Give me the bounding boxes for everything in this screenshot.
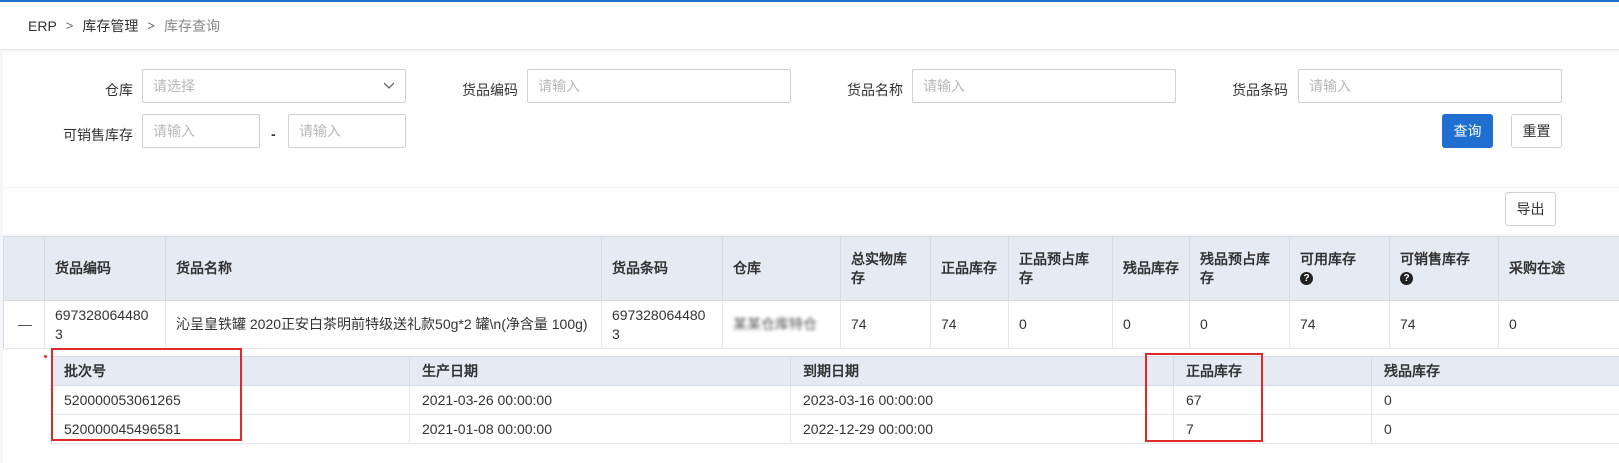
expand-column-header [3, 236, 45, 301]
table-toolbar: 导出 [3, 188, 1619, 234]
col-expiry-date: 到期日期 [790, 356, 1174, 386]
goods-name-input[interactable] [912, 69, 1176, 103]
chevron-right-icon: > [65, 18, 74, 33]
col-available-stock: 可用库存 ? [1289, 236, 1390, 301]
col-goods-barcode: 货品条码 [601, 236, 723, 301]
cell-goods-name: 沁呈皇铁罐 2020正安白茶明前特级送礼款50g*2 罐\n(净含量 100g) [165, 300, 602, 349]
col-purchasing: 采购在途 [1498, 236, 1619, 301]
filter-panel: 仓库 货品编码 货品名称 货品条码 可销售库存 - 查询 重置 [3, 52, 1619, 187]
col-available-label: 可用库存 [1300, 250, 1356, 267]
warehouse-select-input[interactable] [142, 69, 406, 103]
col-good-stock: 正品库存 [930, 236, 1009, 301]
collapse-icon [18, 324, 32, 326]
cell-goods-code: 6973280644803 [44, 300, 166, 349]
inventory-table: 货品编码 货品名称 货品条码 仓库 总实物库存 正品库存 正品预占库存 残品库存… [3, 236, 1619, 349]
highlight-box-good-stock [1145, 353, 1263, 442]
col-batch-defect-stock: 残品库存 [1371, 356, 1619, 386]
breadcrumb-inventory-mgmt[interactable]: 库存管理 [82, 16, 138, 36]
range-dash: - [271, 126, 276, 142]
goods-code-label: 货品编码 [462, 82, 518, 98]
cell-available-stock: 74 [1289, 300, 1390, 349]
table-row[interactable]: 520000053061265 2021-03-26 00:00:00 2023… [51, 385, 1619, 415]
cell-production-date: 2021-03-26 00:00:00 [409, 385, 791, 415]
cell-expiry-date: 2023-03-16 00:00:00 [790, 385, 1174, 415]
sellable-min-input[interactable] [142, 114, 260, 148]
export-button[interactable]: 导出 [1505, 192, 1556, 226]
subtable-header-row: 批次号 生产日期 到期日期 正品库存 残品库存 [51, 356, 1619, 386]
cell-expiry-date: 2022-12-29 00:00:00 [790, 414, 1174, 444]
cell-total-stock: 74 [840, 300, 931, 349]
cell-batch-defect-stock: 0 [1371, 414, 1619, 444]
cell-sellable-stock: 74 [1389, 300, 1499, 349]
highlight-box-batch [51, 348, 242, 441]
reset-button[interactable]: 重置 [1511, 114, 1562, 148]
cell-good-reserved: 0 [1008, 300, 1113, 349]
cell-purchasing: 0 [1498, 300, 1619, 349]
batch-subtable: 批次号 生产日期 到期日期 正品库存 残品库存 520000053061265 … [51, 356, 1619, 444]
col-total-stock: 总实物库存 [840, 236, 931, 301]
table-row[interactable]: 6973280644803 沁呈皇铁罐 2020正安白茶明前特级送礼款50g*2… [3, 300, 1619, 349]
cell-goods-barcode: 6973280644803 [601, 300, 723, 349]
chevron-right-icon: > [147, 18, 155, 33]
warehouse-label: 仓库 [105, 82, 133, 98]
cell-defect-stock: 0 [1112, 300, 1190, 349]
goods-name-label: 货品名称 [847, 82, 903, 98]
goods-code-input[interactable] [527, 69, 791, 103]
goods-barcode-input[interactable] [1298, 69, 1562, 103]
col-goods-name: 货品名称 [165, 236, 602, 301]
col-warehouse: 仓库 [722, 236, 841, 301]
query-button[interactable]: 查询 [1442, 114, 1493, 148]
col-goods-code: 货品编码 [44, 236, 166, 301]
collapse-toggle[interactable] [3, 300, 45, 349]
inventory-table-area: 货品编码 货品名称 货品条码 仓库 总实物库存 正品库存 正品预占库存 残品库存… [3, 236, 1619, 463]
cell-defect-reserved: 0 [1189, 300, 1290, 349]
breadcrumb: ERP > 库存管理 > 库存查询 [0, 2, 1619, 50]
question-icon[interactable]: ? [1300, 272, 1313, 286]
table-row[interactable]: 520000045496581 2021-01-08 00:00:00 2022… [51, 414, 1619, 444]
table-header-row: 货品编码 货品名称 货品条码 仓库 总实物库存 正品库存 正品预占库存 残品库存… [3, 236, 1619, 301]
sellable-max-input[interactable] [288, 114, 406, 148]
col-defect-stock: 残品库存 [1112, 236, 1190, 301]
question-icon[interactable]: ? [1400, 272, 1413, 286]
col-sellable-label: 可销售库存 [1400, 250, 1470, 267]
col-production-date: 生产日期 [409, 356, 791, 386]
warehouse-name-blurred: 某某仓库特仓 [733, 316, 817, 332]
cell-production-date: 2021-01-08 00:00:00 [409, 414, 791, 444]
goods-barcode-label: 货品条码 [1232, 82, 1288, 98]
chevron-down-icon [384, 82, 394, 89]
cell-batch-defect-stock: 0 [1371, 385, 1619, 415]
annotation-dot [44, 355, 47, 358]
cell-warehouse: 某某仓库特仓 [722, 300, 841, 349]
breadcrumb-inventory-query: 库存查询 [163, 17, 220, 34]
col-defect-reserved: 残品预占库存 [1189, 236, 1290, 301]
warehouse-select[interactable] [142, 69, 406, 103]
col-sellable-stock: 可销售库存 ? [1389, 236, 1499, 301]
breadcrumb-erp[interactable]: ERP [28, 18, 57, 34]
col-good-reserved: 正品预占库存 [1008, 236, 1113, 301]
cell-good-stock: 74 [930, 300, 1009, 349]
sellable-stock-label: 可销售库存 [63, 127, 133, 143]
